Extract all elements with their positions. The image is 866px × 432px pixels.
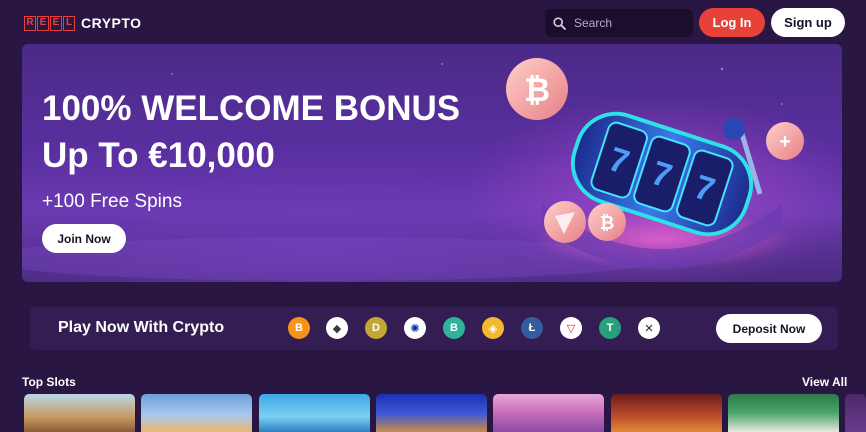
view-all-link[interactable]: View All (802, 375, 847, 389)
login-button[interactable]: Log In (699, 8, 765, 37)
coin-glyph: T (606, 322, 614, 334)
top-header: R E E L CRYPTO Log In Sign up (0, 0, 866, 44)
slot-thumbnail[interactable] (141, 394, 252, 432)
signup-button[interactable]: Sign up (771, 8, 845, 37)
ethereum-icon: ◆ (326, 317, 348, 339)
coin-glyph: D (372, 322, 380, 334)
bitcoin-cash-icon: B (443, 317, 465, 339)
slot-thumbnail[interactable] (845, 394, 866, 432)
coin-glyph: ✕ (644, 322, 654, 335)
svg-text:+: + (779, 131, 791, 153)
search-input[interactable] (574, 16, 684, 30)
tether-icon: T (599, 317, 621, 339)
coin-glyph: ◈ (488, 322, 498, 335)
litecoin-icon: Ł (521, 317, 543, 339)
reel-crypto-logo[interactable]: R E E L CRYPTO (24, 14, 142, 32)
bitcoin-icon: B (288, 317, 310, 339)
crypto-payment-bar: Play Now With Crypto B ◆ D ✺ B ◈ Ł ▽ T ✕… (30, 307, 838, 350)
logo-letter: R (24, 15, 36, 31)
coin-glyph: ▽ (566, 322, 576, 335)
slot-thumbnail[interactable] (728, 394, 839, 432)
coin-glyph: B (450, 322, 458, 334)
logo-letter: E (37, 15, 49, 31)
search-box[interactable] (545, 9, 693, 37)
slot-thumbnail[interactable] (611, 394, 722, 432)
ripple-icon: ✕ (638, 317, 660, 339)
logo-reel-letters: R E E L (24, 15, 75, 31)
slot-thumbnail[interactable] (24, 394, 135, 432)
slot-thumbnail[interactable] (376, 394, 487, 432)
logo-letter: E (50, 15, 62, 31)
coin-glyph: B (295, 322, 303, 334)
cardano-icon: ✺ (404, 317, 426, 339)
logo-letter: L (63, 15, 75, 31)
search-icon (553, 16, 566, 30)
hero-title: 100% WELCOME BONUS (42, 89, 461, 128)
crypto-bar-title: Play Now With Crypto (58, 319, 225, 336)
svg-text:₿: ₿ (600, 213, 615, 233)
binance-icon: ◈ (482, 317, 504, 339)
slot-machine-illustration: 7 7 7 ₿ + ₿ (506, 58, 804, 269)
hero-subtitle: +100 Free Spins (42, 191, 182, 212)
coin-glyph: Ł (528, 322, 536, 334)
top-slots-heading: Top Slots (22, 375, 76, 389)
svg-text:₿: ₿ (524, 72, 550, 108)
dogecoin-icon: D (365, 317, 387, 339)
slot-thumbnail[interactable] (493, 394, 604, 432)
join-now-button[interactable]: Join Now (42, 224, 126, 253)
coin-glyph: ◆ (332, 322, 342, 335)
tron-icon: ▽ (560, 317, 582, 339)
welcome-bonus-banner[interactable]: 100% WELCOME BONUS Up To €10,000 +100 Fr… (22, 44, 842, 282)
coin-glyph: ✺ (410, 322, 420, 335)
slot-thumbnail[interactable] (259, 394, 370, 432)
hero-bonus-amount: Up To €10,000 (42, 136, 275, 175)
deposit-now-button[interactable]: Deposit Now (716, 314, 822, 343)
logo-crypto-text: CRYPTO (81, 15, 142, 31)
